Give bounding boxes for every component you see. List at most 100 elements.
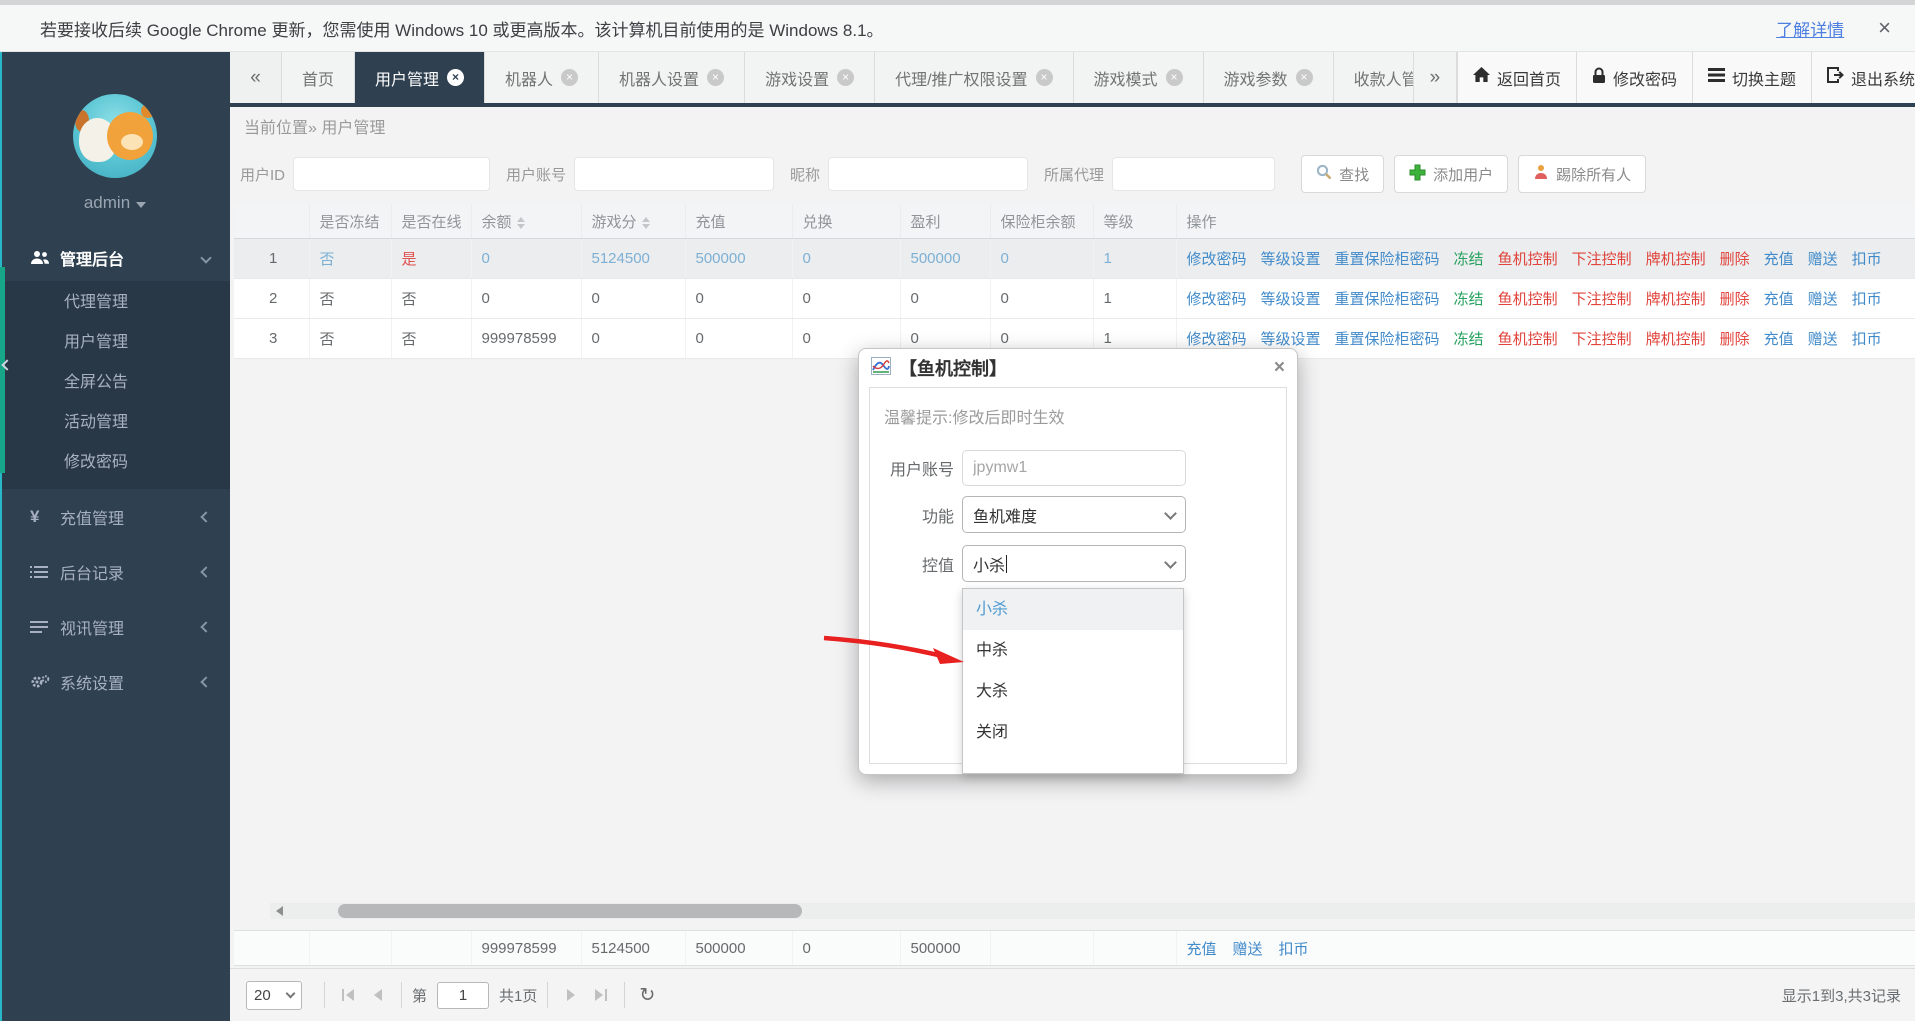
op-reset-safe-password[interactable]: 重置保险柜密码 xyxy=(1335,331,1440,348)
op-delete[interactable]: 删除 xyxy=(1720,331,1750,348)
op-freeze[interactable]: 冻结 xyxy=(1454,251,1484,268)
sidebar-item-activity-mgmt[interactable]: 活动管理 xyxy=(0,403,230,443)
sidebar-item-admin-backend[interactable]: 管理后台 xyxy=(0,235,230,281)
tab-agent-promo-perms[interactable]: 代理/推广权限设置× xyxy=(875,52,1073,103)
prev-page-button[interactable] xyxy=(363,981,393,1009)
sidebar-item-fullscreen-notice[interactable]: 全屏公告 xyxy=(0,363,230,403)
option-small-kill[interactable]: 小杀 xyxy=(963,589,1183,630)
tab-payee-mgmt[interactable]: 收款人管理× xyxy=(1334,52,1413,103)
op-level-settings[interactable]: 等级设置 xyxy=(1261,251,1321,268)
tab-close-icon[interactable]: × xyxy=(561,69,578,86)
sidebar-collapse-handle[interactable] xyxy=(0,352,14,378)
back-to-home-button[interactable]: 返回首页 xyxy=(1457,52,1576,103)
op-gift[interactable]: 赠送 xyxy=(1808,291,1838,308)
add-user-button[interactable]: 添加用户 xyxy=(1394,155,1508,193)
op-deduct[interactable]: 扣币 xyxy=(1852,331,1882,348)
search-button[interactable]: 查找 xyxy=(1301,155,1384,193)
col-level[interactable]: 等级 xyxy=(1093,205,1176,238)
tab-robot[interactable]: 机器人× xyxy=(485,52,599,103)
table-row[interactable]: 1 否 是 0 5124500 500000 0 500000 0 1 修改密码… xyxy=(234,238,1915,278)
tab-close-icon[interactable]: × xyxy=(447,69,464,86)
scrollbar-thumb[interactable] xyxy=(338,904,802,918)
tab-game-params[interactable]: 游戏参数× xyxy=(1204,52,1334,103)
sidebar-item-user-mgmt[interactable]: 用户管理 xyxy=(0,323,230,363)
avatar[interactable] xyxy=(73,94,157,178)
tab-robot-settings[interactable]: 机器人设置× xyxy=(599,52,745,103)
nickname-input[interactable] xyxy=(828,157,1028,191)
sidebar-item-system-settings[interactable]: 系统设置 xyxy=(0,654,230,709)
banner-close-icon[interactable]: × xyxy=(1878,17,1891,39)
learn-more-link[interactable]: 了解详情 xyxy=(1776,16,1844,41)
next-page-button[interactable] xyxy=(556,981,586,1009)
op-freeze[interactable]: 冻结 xyxy=(1454,291,1484,308)
first-page-button[interactable] xyxy=(333,981,363,1009)
tab-close-icon[interactable]: × xyxy=(1296,69,1313,86)
sidebar-item-change-password[interactable]: 修改密码 xyxy=(0,443,230,483)
refresh-icon[interactable]: ↻ xyxy=(639,984,655,1006)
switch-theme-button[interactable]: 切换主题 xyxy=(1692,52,1811,103)
op-reset-safe-password[interactable]: 重置保险柜密码 xyxy=(1335,251,1440,268)
scroll-left-button[interactable] xyxy=(270,906,288,916)
op-delete[interactable]: 删除 xyxy=(1720,251,1750,268)
agent-input[interactable] xyxy=(1112,157,1275,191)
col-recharge[interactable]: 充值 xyxy=(685,205,792,238)
col-balance[interactable]: 余额 xyxy=(471,205,581,238)
function-select[interactable]: 鱼机难度 xyxy=(962,496,1186,533)
op-recharge[interactable]: 充值 xyxy=(1764,251,1794,268)
tab-close-icon[interactable]: × xyxy=(1166,69,1183,86)
op-delete[interactable]: 删除 xyxy=(1720,291,1750,308)
change-password-button[interactable]: 修改密码 xyxy=(1576,52,1692,103)
op-freeze[interactable]: 冻结 xyxy=(1454,331,1484,348)
op-deduct[interactable]: 扣币 xyxy=(1852,251,1882,268)
op-recharge[interactable]: 充值 xyxy=(1764,291,1794,308)
tab-user-mgmt[interactable]: 用户管理× xyxy=(355,52,485,103)
op-level-settings[interactable]: 等级设置 xyxy=(1261,331,1321,348)
op-reset-safe-password[interactable]: 重置保险柜密码 xyxy=(1335,291,1440,308)
col-profit[interactable]: 盈利 xyxy=(900,205,990,238)
page-number-input[interactable] xyxy=(437,982,489,1009)
kick-all-users-button[interactable]: 踢除所有人 xyxy=(1518,155,1646,193)
col-online[interactable]: 是否在线 xyxy=(391,205,471,238)
sidebar-item-recharge-mgmt[interactable]: ¥ 充值管理 xyxy=(0,489,230,544)
tab-close-icon[interactable]: × xyxy=(1036,69,1053,86)
sort-icon[interactable] xyxy=(642,217,650,229)
col-frozen[interactable]: 是否冻结 xyxy=(309,205,391,238)
footer-op-deduct[interactable]: 扣币 xyxy=(1279,941,1309,958)
user-dropdown[interactable]: admin xyxy=(0,193,230,213)
table-row[interactable]: 2 否 否 0 0 0 0 0 0 1 修改密码等级设置重置保险柜密码冻结鱼机控… xyxy=(234,278,1915,318)
op-change-password[interactable]: 修改密码 xyxy=(1187,331,1247,348)
footer-op-gift[interactable]: 赠送 xyxy=(1233,941,1263,958)
op-recharge[interactable]: 充值 xyxy=(1764,331,1794,348)
option-big-kill[interactable]: 大杀 xyxy=(963,671,1183,712)
sidebar-item-backend-records[interactable]: 后台记录 xyxy=(0,544,230,599)
op-bet-control[interactable]: 下注控制 xyxy=(1572,291,1632,308)
op-fish-control[interactable]: 鱼机控制 xyxy=(1498,251,1558,268)
op-change-password[interactable]: 修改密码 xyxy=(1187,251,1247,268)
op-change-password[interactable]: 修改密码 xyxy=(1187,291,1247,308)
tab-game-settings[interactable]: 游戏设置× xyxy=(745,52,875,103)
op-gift[interactable]: 赠送 xyxy=(1808,251,1838,268)
op-card-control[interactable]: 牌机控制 xyxy=(1646,251,1706,268)
option-medium-kill[interactable]: 中杀 xyxy=(963,630,1183,671)
op-deduct[interactable]: 扣币 xyxy=(1852,291,1882,308)
op-fish-control[interactable]: 鱼机控制 xyxy=(1498,331,1558,348)
sidebar-item-agent-mgmt[interactable]: 代理管理 xyxy=(0,283,230,323)
col-safe[interactable]: 保险柜余额 xyxy=(990,205,1093,238)
horizontal-scrollbar[interactable] xyxy=(270,903,1915,919)
col-score[interactable]: 游戏分 xyxy=(581,205,685,238)
page-size-select[interactable]: 20 xyxy=(246,981,302,1010)
op-card-control[interactable]: 牌机控制 xyxy=(1646,331,1706,348)
account-input[interactable] xyxy=(962,450,1186,486)
tab-game-mode[interactable]: 游戏模式× xyxy=(1074,52,1204,103)
logout-button[interactable]: 退出系统 xyxy=(1811,52,1915,103)
col-exchange[interactable]: 兑换 xyxy=(792,205,900,238)
dialog-header[interactable]: 【鱼机控制】 × xyxy=(859,349,1297,387)
control-value-select[interactable]: 小杀 xyxy=(962,545,1186,582)
user-id-input[interactable] xyxy=(293,157,490,191)
sort-icon[interactable] xyxy=(517,217,525,229)
tab-close-icon[interactable]: × xyxy=(707,69,724,86)
option-off[interactable]: 关闭 xyxy=(963,712,1183,753)
tabs-scroll-left-button[interactable]: « xyxy=(230,52,282,103)
op-card-control[interactable]: 牌机控制 xyxy=(1646,291,1706,308)
last-page-button[interactable] xyxy=(586,981,616,1009)
